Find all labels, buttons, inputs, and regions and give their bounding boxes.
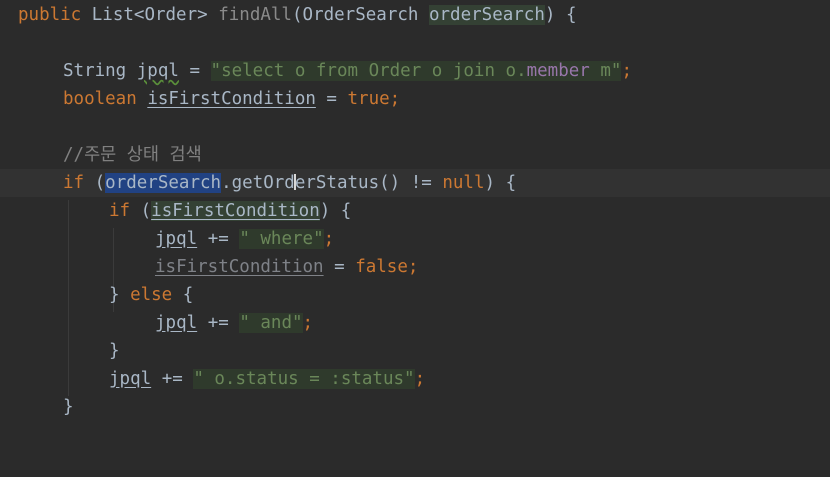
code-editor[interactable]: public List<Order> findAll(OrderSearch o… [0, 0, 830, 434]
code-line-6[interactable]: if (isFirstCondition) { [0, 197, 830, 225]
keyword-public: public [18, 5, 82, 25]
brace-close: } [109, 341, 120, 361]
paren-open: ( [291, 5, 303, 25]
comment: //주문 상태 검색 [63, 145, 202, 165]
var-isfirstcondition: isFirstCondition [147, 89, 316, 109]
var-isfirstcondition-unused: isFirstCondition [155, 257, 324, 277]
string-literal-end: m" [589, 61, 622, 81]
code-line-10[interactable]: jpql += " and"; [0, 309, 830, 337]
brace: } [109, 285, 131, 305]
operator: = [323, 257, 356, 277]
operator: += [197, 229, 240, 249]
method-call-rest: erStatus() != [294, 173, 443, 193]
operator: += [151, 369, 194, 389]
code-line-13[interactable]: } [0, 393, 830, 421]
keyword-false: false [355, 257, 408, 277]
brace-close: } [63, 397, 74, 417]
keyword-boolean: boolean [63, 89, 137, 109]
var-jpql: jpql [109, 369, 152, 389]
string-literal: "select o from Order o join o. [210, 61, 527, 81]
semicolon: ; [414, 369, 426, 389]
code-line-5-current[interactable]: if (orderSearch.getOrderStatus() != null… [0, 169, 830, 197]
keyword-true: true [347, 89, 390, 109]
string-literal: " o.status = :status" [193, 369, 415, 389]
semicolon: ; [389, 89, 401, 109]
method-name: findAll [218, 5, 292, 25]
code-line-1[interactable]: public List<Order> findAll(OrderSearch o… [0, 1, 830, 29]
semicolon: ; [621, 61, 632, 81]
string-literal: " and" [239, 313, 303, 333]
string-literal: " where" [239, 229, 324, 249]
var-isfirstcondition: isFirstCondition [151, 201, 320, 221]
param-type: OrderSearch [302, 5, 419, 25]
code-line-2[interactable]: String jpql = "select o from Order o joi… [0, 57, 830, 85]
keyword-else: else [130, 285, 173, 305]
code-line-12[interactable]: jpql += " o.status = :status"; [0, 365, 830, 393]
code-line-7[interactable]: jpql += " where"; [0, 225, 830, 253]
var-jpql: jpql [155, 229, 198, 249]
paren-close: ) { [544, 5, 577, 25]
operator: += [197, 313, 240, 333]
code-line-8[interactable]: isFirstCondition = false; [0, 253, 830, 281]
keyword-if: if [109, 201, 131, 221]
semicolon: ; [407, 257, 419, 277]
param-name: orderSearch [428, 5, 545, 25]
operator: = [178, 61, 211, 81]
var-type: String [63, 61, 127, 81]
keyword-if: if [63, 173, 85, 193]
selected-text[interactable]: orderSearch [105, 173, 222, 193]
code-line-3[interactable]: boolean isFirstCondition = true; [0, 85, 830, 113]
var-jpql: jpql [136, 61, 179, 81]
code-line-4[interactable]: //주문 상태 검색 [0, 141, 830, 169]
brace-open: { [172, 285, 194, 305]
semicolon: ; [302, 313, 314, 333]
var-jpql: jpql [155, 313, 198, 333]
paren-open: ( [84, 173, 106, 193]
semicolon: ; [323, 229, 335, 249]
operator: = [315, 89, 348, 109]
string-field-member: member [526, 61, 590, 81]
method-call: .getOrd [221, 173, 295, 193]
paren-open: ( [130, 201, 152, 221]
code-line-9[interactable]: } else { [0, 281, 830, 309]
code-line-11[interactable]: } [0, 337, 830, 365]
paren-close: ) { [484, 173, 517, 193]
paren-close: ) { [319, 201, 352, 221]
return-type: List<Order> [91, 5, 208, 25]
keyword-null: null [442, 173, 485, 193]
